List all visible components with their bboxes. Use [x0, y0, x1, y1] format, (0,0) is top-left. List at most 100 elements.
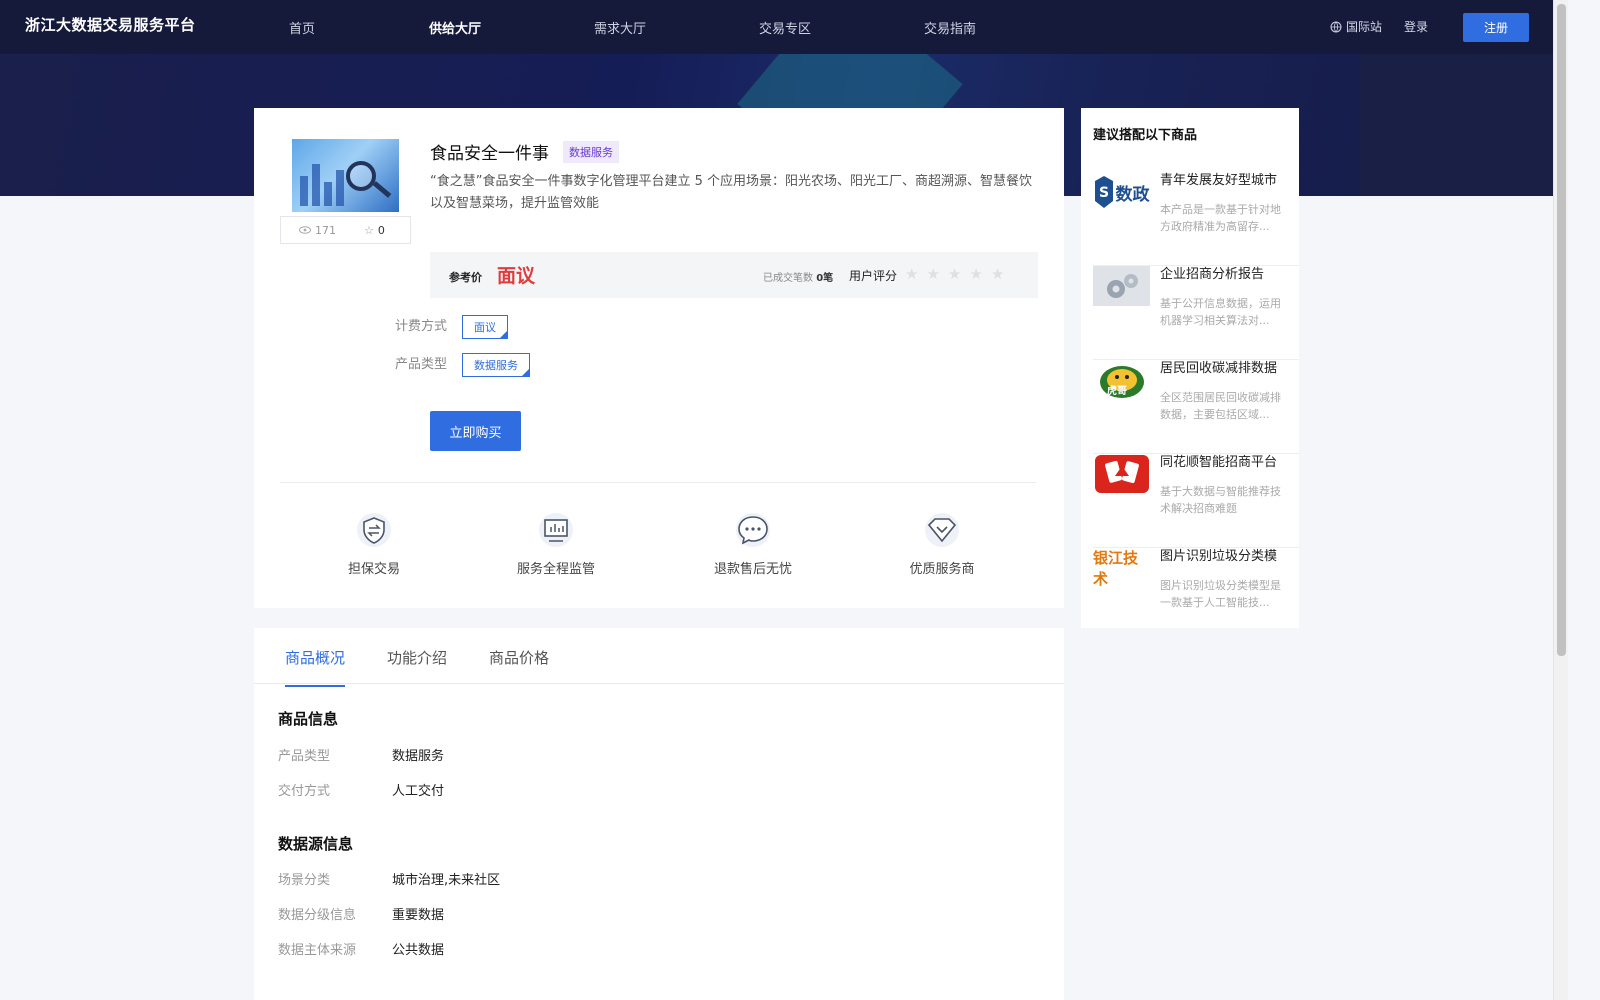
login-link[interactable]: 登录 — [1404, 18, 1428, 35]
feature-label: 退款售后无忧 — [713, 562, 792, 577]
product-title: 食品安全一件事 — [430, 144, 549, 164]
recommended-item-desc: 本产品是一款基于针对地方政府精准为高留存... — [1160, 203, 1281, 233]
globe-icon — [1330, 21, 1342, 32]
rating-stars[interactable]: ★ ★ ★ ★ ★ — [905, 265, 1004, 283]
recommended-item-logo: S 数政 — [1093, 172, 1150, 212]
star-icon[interactable]: ★ — [969, 265, 982, 283]
feature-guaranteed-trade: 担保交易 — [314, 512, 434, 577]
recommended-item-name: 图片识别垃圾分类模 — [1160, 549, 1278, 564]
recommended-products-panel: 建议搭配以下商品 S 数政 青年发展友好型城市 本产品是一款基于针对地方政府精准… — [1081, 108, 1299, 628]
international-site-link[interactable]: 国际站 — [1330, 18, 1382, 35]
info-value: 数据服务 — [392, 749, 445, 764]
deal-count-label: 已成交笔数 — [763, 273, 813, 284]
deal-count-value: 0笔 — [816, 273, 834, 284]
recommended-item-desc: 基于公开信息数据，运用机器学习相关算法对... — [1160, 297, 1281, 327]
feature-full-supervision: 服务全程监管 — [496, 512, 616, 577]
product-category-tag: 数据服务 — [563, 141, 619, 163]
recommended-item-logo: 虎哥 — [1093, 360, 1150, 400]
star-icon[interactable]: ★ — [948, 265, 961, 283]
recommended-item-name: 同花顺智能招商平台 — [1160, 455, 1278, 470]
star-icon[interactable]: ★ — [926, 265, 939, 283]
eye-icon — [299, 226, 311, 234]
recommended-item-desc: 图片识别垃圾分类模型是一款基于人工智能技... — [1160, 579, 1281, 609]
monitor-chart-icon — [539, 513, 573, 547]
view-count: 171 — [299, 224, 336, 237]
product-detail-card: 171 ☆ 0 食品安全一件事 数据服务 “食之慧”食品安全一件事数字化管理平台… — [254, 108, 1064, 608]
favorite-count-value: 0 — [377, 223, 385, 237]
recommended-title: 建议搭配以下商品 — [1093, 128, 1198, 143]
product-type-option[interactable]: 数据服务 — [462, 353, 530, 377]
recommended-item-name: 居民回收碳减排数据 — [1160, 361, 1278, 376]
deal-count: 已成交笔数 0笔 — [763, 269, 833, 284]
recommended-item-logo — [1093, 266, 1150, 306]
tab-features[interactable]: 功能介绍 — [387, 647, 447, 685]
product-description: “食之慧”食品安全一件事数字化管理平台建立 5 个应用场景：阳光农场、阳光工厂、… — [430, 174, 1033, 211]
info-label: 场景分类 — [278, 873, 331, 888]
recommended-item[interactable]: 企业招商分析报告 基于公开信息数据，运用机器学习相关算法对... — [1093, 266, 1299, 360]
info-label: 数据主体来源 — [278, 943, 357, 958]
recommended-item-desc: 全区范围居民回收碳减排数据，主要包括区域... — [1160, 391, 1281, 421]
recommended-item[interactable]: S 数政 青年发展友好型城市 本产品是一款基于针对地方政府精准为高留存... — [1093, 172, 1299, 266]
s-shield-icon: S — [1094, 176, 1113, 208]
platform-logo[interactable]: 浙江大数据交易服务平台 — [25, 14, 196, 35]
recommended-item-logo-text: 虎哥 — [1107, 386, 1127, 397]
nav-trade-guide[interactable]: 交易指南 — [924, 18, 976, 37]
product-type-label: 产品类型 — [395, 357, 448, 372]
top-navigation-bar: 浙江大数据交易服务平台 首页 供给大厅 需求大厅 交易专区 交易指南 国际站 登… — [0, 0, 1568, 54]
section-title-product-info: 商品信息 — [278, 710, 339, 728]
product-info-card: 商品概况 功能介绍 商品价格 商品信息 产品类型 数据服务 交付方式 人工交付 … — [254, 628, 1064, 1000]
favorite-count[interactable]: ☆ 0 — [364, 224, 385, 237]
info-label: 交付方式 — [278, 784, 331, 799]
nav-home[interactable]: 首页 — [289, 18, 315, 37]
nav-supply-hall[interactable]: 供给大厅 — [429, 18, 481, 37]
buy-now-button[interactable]: 立即购买 — [430, 411, 521, 451]
feature-quality-provider: 优质服务商 — [882, 512, 1002, 577]
shield-exchange-icon — [357, 513, 391, 547]
feature-label: 担保交易 — [347, 562, 400, 577]
diamond-check-icon — [925, 513, 959, 547]
star-icon[interactable]: ★ — [905, 265, 918, 283]
recommended-item-name: 企业招商分析报告 — [1160, 267, 1265, 282]
price-label: 参考价 — [449, 271, 482, 284]
feature-label: 优质服务商 — [909, 562, 975, 577]
info-label: 产品类型 — [278, 749, 331, 764]
info-value: 城市治理,未来社区 — [392, 873, 501, 888]
recommended-item-logo-text: 数政 — [1115, 184, 1150, 205]
info-value: 重要数据 — [392, 908, 445, 923]
nav-demand-hall[interactable]: 需求大厅 — [594, 18, 646, 37]
view-count-value: 171 — [315, 223, 336, 237]
feature-refund-aftersale: 退款售后无忧 — [693, 512, 813, 577]
star-icon[interactable]: ★ — [991, 265, 1004, 283]
page-scrollbar[interactable] — [1553, 0, 1568, 1000]
product-thumbnail — [292, 139, 399, 212]
recommended-item-desc: 基于大数据与智能推荐技术解决招商难题 — [1160, 485, 1281, 515]
tab-overview[interactable]: 商品概况 — [285, 647, 346, 687]
info-value: 公共数据 — [392, 943, 445, 958]
star-outline-icon: ☆ — [364, 223, 374, 237]
price-value: 面议 — [497, 265, 536, 287]
recommended-item[interactable]: 虎哥 居民回收碳减排数据 全区范围居民回收碳减排数据，主要包括区域... — [1093, 360, 1299, 454]
nav-trade-zone[interactable]: 交易专区 — [759, 18, 811, 37]
recommended-item-name: 青年发展友好型城市 — [1160, 173, 1278, 188]
section-title-data-source: 数据源信息 — [278, 835, 354, 853]
chat-bubble-icon — [736, 513, 770, 547]
info-value: 人工交付 — [392, 784, 445, 799]
info-label: 数据分级信息 — [278, 908, 357, 923]
billing-method-option[interactable]: 面议 — [462, 315, 508, 339]
recommended-item[interactable]: 同花顺智能招商平台 基于大数据与智能推荐技术解决招商难题 — [1093, 454, 1299, 548]
register-button[interactable]: 注册 — [1463, 13, 1529, 42]
scrollbar-thumb[interactable] — [1557, 4, 1566, 656]
international-site-label: 国际站 — [1346, 20, 1383, 34]
product-stats: 171 ☆ 0 — [280, 216, 411, 244]
price-panel: 参考价 面议 已成交笔数 0笔 用户评分 ★ ★ ★ ★ ★ — [430, 252, 1038, 298]
tab-pricing[interactable]: 商品价格 — [489, 647, 549, 685]
cards-logo-icon — [1094, 455, 1149, 493]
recommended-item[interactable]: 银江技术 图片识别垃圾分类模 图片识别垃圾分类模型是一款基于人工智能技... — [1093, 548, 1299, 642]
rating-label: 用户评分 — [849, 269, 898, 283]
feature-label: 服务全程监管 — [516, 562, 595, 577]
recommended-item-logo — [1093, 454, 1150, 494]
tabs-divider — [254, 683, 1064, 684]
hero-decoration-right — [1360, 54, 1568, 196]
recommended-item-logo: 银江技术 — [1093, 549, 1139, 588]
divider — [280, 482, 1036, 483]
